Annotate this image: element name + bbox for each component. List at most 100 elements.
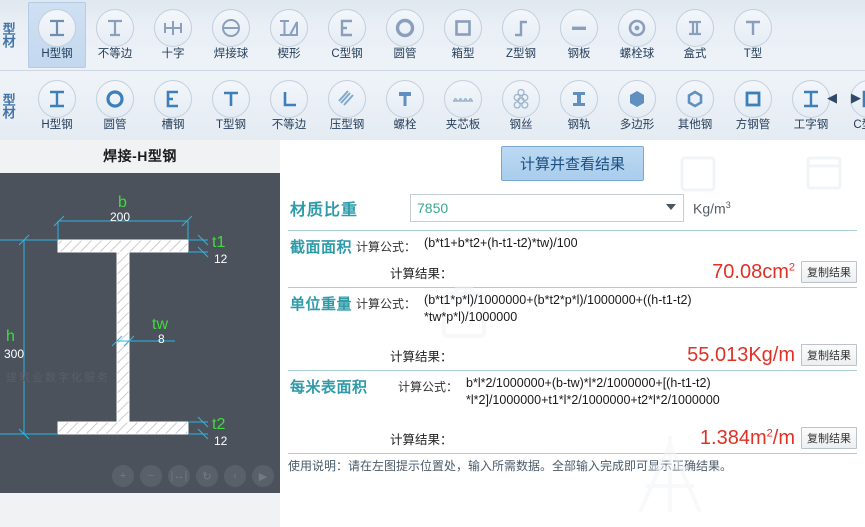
canvas-watermark: 建筑业数字化服务: [6, 372, 110, 384]
diagram-labels: b 200 h 300 tw 8 t1 12 t2 12: [4, 194, 228, 448]
toolbar-item-steel-plate[interactable]: 钢板: [550, 2, 608, 68]
result-unit: Kg/m: [748, 343, 795, 366]
toolbar-item-round-pipe[interactable]: 圆管: [376, 2, 434, 68]
result-number: 1.384: [699, 426, 750, 449]
cross-section-icon: [154, 9, 192, 48]
dim-value-tw: 8: [158, 332, 165, 346]
dim-value-t1: 12: [214, 252, 228, 266]
calculate-button[interactable]: 计算并查看结果: [500, 145, 644, 181]
bolt-ball-icon: [618, 9, 656, 48]
round-pipe-icon: [386, 9, 424, 48]
toolbar-item-c-channel[interactable]: C型钢: [318, 2, 376, 68]
result-number: 70.08: [712, 260, 763, 283]
diagram-panel-footer: [0, 493, 280, 527]
canvas-tool-zoom-in-icon[interactable]: +: [112, 465, 134, 487]
unequal-angle-icon: [270, 80, 308, 119]
profiled-steel-icon: [328, 80, 366, 119]
section-diagram-panel: 焊接-H型钢 b 200 h 300 tw 8 t1 12 t2 12 建筑业数…: [0, 140, 280, 527]
square-tube-icon: [734, 80, 772, 119]
toolbar-item-label: 不等边: [97, 48, 133, 61]
toolbar-item-profiled-steel[interactable]: 压型钢: [318, 73, 376, 139]
sidebar-category-tab-1[interactable]: 型材: [0, 0, 28, 70]
toolbar-item-round-pipe-2[interactable]: 圆管: [86, 73, 144, 139]
other-steel-icon: [676, 80, 714, 119]
density-field[interactable]: [410, 194, 684, 222]
density-unit: Kg/m3: [693, 199, 731, 217]
formula-label: 计算公式：: [356, 297, 417, 311]
toolbar-item-label: 圆管: [103, 119, 127, 132]
canvas-tool-play-icon[interactable]: ▶: [252, 465, 274, 487]
section-toolbar: 型材 H型钢 不等边 十字 焊接球 楔形 C型钢 圆管 箱型 Z型钢 钢板 螺栓…: [0, 0, 865, 141]
toolbar-item-label: 槽钢: [161, 119, 185, 132]
footer-note: 使用说明：请在左图提示位置处，输入所需数据。全部输入完成即可显示正确结果。: [288, 459, 733, 473]
h-beam-icon: [38, 80, 76, 119]
result-row: 计算结果： 1.384m2/m 复制结果: [280, 423, 865, 453]
canvas-tool-zoom-out-icon[interactable]: −: [140, 465, 162, 487]
formula-text: (b*t1*p*l)/1000000+(b*t2*p*l)/1000000+((…: [424, 293, 692, 324]
section-results-panel: 计算并查看结果 材质比重 Kg/m3 截面面积 计算公式： (b*t1+b*t2…: [280, 140, 865, 527]
canvas-tool-prev-icon[interactable]: ‹: [224, 465, 246, 487]
toolbar-row-2: 型材 H型钢 圆管 槽钢 T型钢 不等边 压型钢 螺栓 夹芯板 钢丝 钢轨 多边…: [0, 70, 865, 140]
steel-wire-icon: [502, 80, 540, 119]
density-row: 材质比重 Kg/m3: [280, 186, 865, 230]
toolbar-item-t-steel[interactable]: T型钢: [202, 73, 260, 139]
result-label: 计算结果：: [390, 349, 453, 364]
toolbar-item-other-steel[interactable]: 其他钢: [666, 73, 724, 139]
toolbar-item-wedge[interactable]: 楔形: [260, 2, 318, 68]
toolbar-item-steel-wire[interactable]: 钢丝: [492, 73, 550, 139]
toolbar-item-box-type[interactable]: 盒式: [666, 2, 724, 68]
toolbar-item-bolt[interactable]: 螺栓: [376, 73, 434, 139]
chevron-down-icon[interactable]: [666, 204, 676, 210]
toolbar-item-steel-rail[interactable]: 钢轨: [550, 73, 608, 139]
pager-next-icon[interactable]: ▶: [851, 90, 861, 106]
density-label: 材质比重: [290, 202, 359, 219]
toolbar-item-h-beam[interactable]: H型钢: [28, 2, 86, 68]
toolbar-item-cross[interactable]: 十字: [144, 2, 202, 68]
steel-plate-icon: [560, 9, 598, 48]
toolbar-item-unequal-angle[interactable]: 不等边: [86, 2, 144, 68]
formula-label: 计算公式：: [356, 240, 417, 254]
box-section-icon: [444, 9, 482, 48]
result-row: 计算结果： 70.08cm2 复制结果: [280, 257, 865, 287]
toolbar-item-square-tube[interactable]: 方钢管: [724, 73, 782, 139]
page-title: 焊接-H型钢: [103, 148, 177, 164]
toolbar-item-z-purlin[interactable]: Z型钢: [492, 2, 550, 68]
toolbar-item-label: C型钢: [853, 119, 865, 132]
copy-result-button[interactable]: 复制结果: [801, 427, 857, 449]
polygon-icon: [618, 80, 656, 119]
pager-prev-icon[interactable]: ◀: [827, 90, 837, 106]
welded-ball-icon: [212, 9, 250, 48]
t-section-icon: [734, 9, 772, 48]
canvas-toolbar[interactable]: + − |↔| ↻ ‹ ▶ ›: [112, 465, 280, 487]
sidebar-category-tab-2[interactable]: 型材: [0, 71, 28, 140]
sandwich-panel-icon: [444, 80, 482, 119]
toolbar-item-unequal-angle-2[interactable]: 不等边: [260, 73, 318, 139]
copy-result-button[interactable]: 复制结果: [801, 344, 857, 366]
canvas-tool-fit-icon[interactable]: |↔|: [168, 465, 190, 487]
toolbar-item-label: 方钢管: [735, 119, 771, 132]
diagram-canvas[interactable]: b 200 h 300 tw 8 t1 12 t2 12 建筑业数字化服务 + …: [0, 173, 280, 493]
steel-calculator-app: 型材 H型钢 不等边 十字 焊接球 楔形 C型钢 圆管 箱型 Z型钢 钢板 螺栓…: [0, 0, 865, 527]
toolbar-item-channel-steel[interactable]: 槽钢: [144, 73, 202, 139]
canvas-tool-reset-icon[interactable]: ↻: [196, 465, 218, 487]
i-beam-icon: [792, 80, 830, 119]
copy-result-button[interactable]: 复制结果: [801, 261, 857, 283]
density-input[interactable]: [411, 195, 639, 221]
toolbar-item-t-section[interactable]: T型: [724, 2, 782, 68]
toolbar-item-sandwich-panel[interactable]: 夹芯板: [434, 73, 492, 139]
toolbar-item-welded-ball[interactable]: 焊接球: [202, 2, 260, 68]
formula-text: (b*t1+b*t2+(h-t1-t2)*tw)/100: [424, 236, 578, 250]
result-value: 1.384m2/m: [700, 427, 795, 450]
toolbar-item-box-section[interactable]: 箱型: [434, 2, 492, 68]
toolbar-item-label: 多边形: [619, 119, 655, 132]
toolbar-item-label: 压型钢: [329, 119, 365, 132]
toolbar-pager[interactable]: ◀ ▶: [827, 88, 861, 108]
toolbar-item-label: 螺栓: [393, 119, 417, 132]
toolbar-item-polygon[interactable]: 多边形: [608, 73, 666, 139]
t-steel-icon: [212, 80, 250, 119]
toolbar-item-h-beam-2[interactable]: H型钢: [28, 73, 86, 139]
toolbar-item-label: 楔形: [277, 48, 301, 61]
toolbar-item-bolt-ball[interactable]: 螺栓球: [608, 2, 666, 68]
dim-label-b: b: [118, 194, 127, 211]
result-unit-prefix: m: [749, 426, 767, 449]
